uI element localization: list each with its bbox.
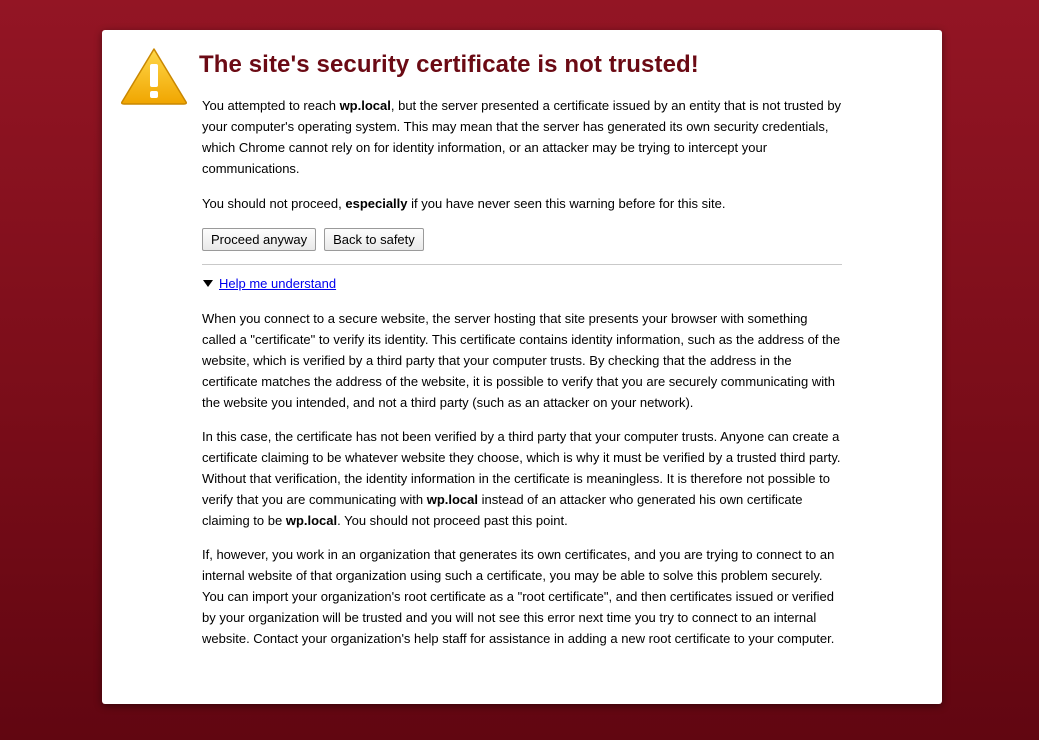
proceed-anyway-button[interactable]: Proceed anyway [202, 228, 317, 251]
back-to-safety-button[interactable]: Back to safety [324, 228, 424, 251]
details-paragraph-2: In this case, the certificate has not be… [202, 426, 842, 531]
divider [202, 264, 842, 265]
help-toggle[interactable]: Help me understand [202, 273, 842, 294]
warning-triangle-icon [121, 48, 187, 105]
details-paragraph-3: If, however, you work in an organization… [202, 547, 835, 646]
interstitial-card: The site's security certificate is not t… [102, 30, 942, 704]
details-p2-part3: . You should not proceed past this point… [337, 513, 568, 528]
details-paragraph-1: When you connect to a secure website, th… [202, 311, 841, 410]
help-me-understand-link[interactable]: Help me understand [219, 273, 336, 294]
warning-paragraph: You should not proceed, especially if yo… [202, 193, 842, 214]
page-title: The site's security certificate is not t… [199, 51, 699, 78]
help-details: When you connect to a secure website, th… [202, 308, 842, 649]
intro-paragraph: You attempted to reach wp.local, but the… [202, 95, 842, 179]
details-p2-host2: wp.local [285, 513, 338, 528]
main-content: You attempted to reach wp.local, but the… [202, 95, 842, 649]
warning-text-before: You should not proceed, [202, 196, 346, 211]
disclosure-triangle-icon[interactable] [203, 280, 213, 287]
details-p2-host1: wp.local [426, 492, 479, 507]
intro-text-before: You attempted to reach [202, 98, 340, 113]
action-buttons: Proceed anyway Back to safety [202, 228, 842, 251]
intro-host: wp.local [339, 98, 391, 113]
warning-emphasis: especially [345, 196, 408, 211]
warning-text-after: if you have never seen this warning befo… [407, 196, 726, 211]
